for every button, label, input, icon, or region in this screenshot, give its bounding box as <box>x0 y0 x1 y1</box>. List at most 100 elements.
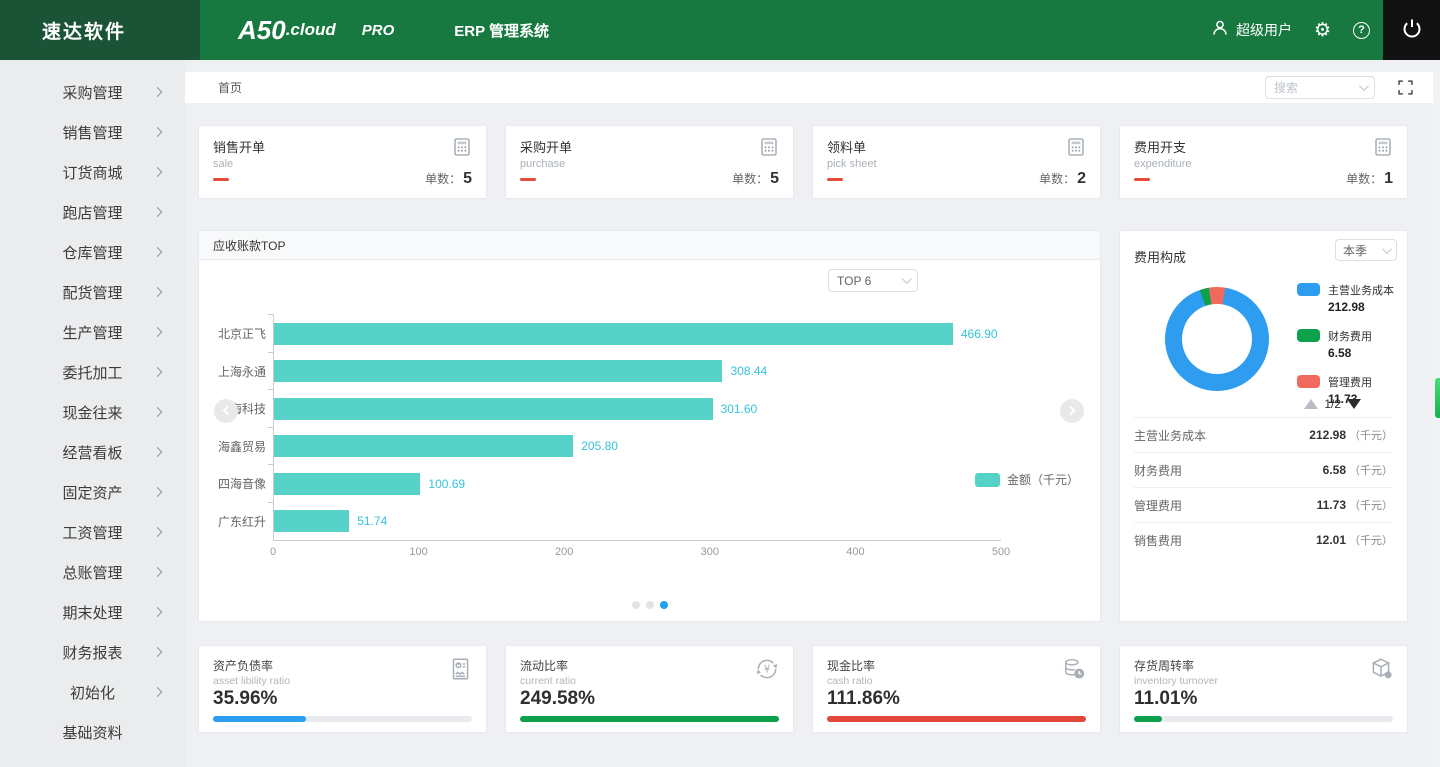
sidebar-item-production[interactable]: 生产管理 <box>0 312 185 352</box>
panel-title: 费用构成 <box>1134 250 1187 265</box>
carousel-dot-1[interactable] <box>631 601 640 609</box>
ratio-card-cash-ratio[interactable]: 现金比率 cash ratio 111.86% <box>812 645 1101 733</box>
page-down-icon[interactable] <box>1347 399 1361 409</box>
gear-icon[interactable]: ⚙ <box>1314 21 1331 40</box>
refresh-yen-icon: ¥ <box>754 656 780 687</box>
bar-category-label: 四海音像 <box>217 477 266 492</box>
user-icon <box>1211 19 1229 42</box>
scrollbar-track[interactable] <box>1433 72 1440 767</box>
chevron-right-icon <box>152 327 163 337</box>
chevron-down-icon <box>1358 81 1369 92</box>
sidebar-item-warehouse[interactable]: 仓库管理 <box>0 232 185 272</box>
stat-card-expenditure[interactable]: 费用开支 expenditure 单数： 1 <box>1119 125 1408 199</box>
bar[interactable] <box>274 397 713 420</box>
stat-card-purchase[interactable]: 采购开单 purchase 单数： 5 <box>505 125 794 199</box>
user-menu[interactable]: 超级用户 <box>1211 19 1292 42</box>
expense-row[interactable]: 主营业务成本 212.98 （千元） <box>1134 417 1393 452</box>
trend-dash <box>827 177 843 181</box>
chevron-right-icon <box>152 247 163 257</box>
expense-row[interactable]: 管理费用 11.73 （千元） <box>1134 487 1393 522</box>
x-axis-tick: 200 <box>555 546 574 558</box>
bar-value-label: 466.90 <box>960 326 998 341</box>
legend-swatch <box>974 472 1000 487</box>
ratio-card-row: 资产负债率 asset libility ratio 35.96% 流动比率 c… <box>198 645 1408 733</box>
search-select[interactable]: 搜索 <box>1265 76 1375 99</box>
sidebar-item-dashboard[interactable]: 经营看板 <box>0 432 185 472</box>
carousel-next-button[interactable] <box>1060 399 1084 423</box>
chevron-down-icon <box>1381 243 1392 254</box>
ratio-card-inventory-turnover[interactable]: 存货周转率 inventory turnover 11.01% <box>1119 645 1408 733</box>
expense-row[interactable]: 财务费用 6.58 （千元） <box>1134 452 1393 487</box>
legend-item[interactable]: 财务费用 6.58 <box>1297 327 1394 360</box>
legend-swatch <box>1297 375 1320 388</box>
ratio-card-current-ratio[interactable]: 流动比率 current ratio ¥ 249.58% <box>505 645 794 733</box>
chevron-right-icon <box>152 207 163 217</box>
stat-card-row: 销售开单 sale 单数： 5 采购开单 purchase 单数： 5 领料单 pi… <box>198 125 1408 199</box>
progress-bar <box>213 716 307 722</box>
chevron-right-icon <box>152 87 163 97</box>
bar-row: 上海永通 308.44 <box>218 351 1001 391</box>
bar-category-label: 上海永通 <box>217 364 266 379</box>
order-count: 1 <box>1384 170 1393 187</box>
chevron-right-icon <box>152 487 163 497</box>
side-floating-widget[interactable] <box>1435 378 1440 418</box>
chevron-right-icon <box>152 127 163 137</box>
help-icon[interactable] <box>1353 21 1370 39</box>
bar[interactable] <box>274 435 574 458</box>
expense-row[interactable]: 销售费用 12.01 （千元） <box>1134 522 1393 557</box>
receivables-chart-panel: 应收账款TOP TOP 6 北京正飞 466.90 上海永通 308.44 洪海科技 30… <box>198 230 1101 622</box>
bar-category-label: 广东红升 <box>217 514 266 529</box>
stat-card-sale[interactable]: 销售开单 sale 单数： 5 <box>198 125 487 199</box>
legend-item[interactable]: 主营业务成本 212.98 <box>1297 281 1394 314</box>
bar[interactable] <box>274 360 723 383</box>
sidebar-item-order-mall[interactable]: 订货商城 <box>0 152 185 192</box>
sidebar-item-period-end[interactable]: 期末处理 <box>0 592 185 632</box>
expense-list: 主营业务成本 212.98 （千元） 财务费用 6.58 （千元） 管理费用 11.… <box>1120 417 1407 557</box>
fullscreen-icon <box>1398 80 1413 99</box>
carousel-dot-3[interactable] <box>659 601 668 609</box>
chevron-right-icon <box>152 167 163 177</box>
sidebar-item-initialization[interactable]: 初始化 <box>0 672 185 712</box>
carousel-prev-button[interactable] <box>214 399 238 423</box>
sidebar-item-outsourcing[interactable]: 委托加工 <box>0 352 185 392</box>
product-badge: PRO <box>361 21 395 39</box>
order-count: 5 <box>463 170 472 187</box>
sidebar-item-distribution[interactable]: 配货管理 <box>0 272 185 312</box>
x-axis-tick: 400 <box>846 546 865 558</box>
chevron-right-icon <box>152 407 163 417</box>
carousel-dot-2[interactable] <box>645 601 654 609</box>
donut-chart[interactable] <box>1165 287 1269 391</box>
bar[interactable] <box>274 510 350 533</box>
sidebar-item-base-data[interactable]: 基础资料 <box>0 712 185 752</box>
chart-legend[interactable]: 金额（千元） <box>974 471 1079 488</box>
ratio-value: 11.01% <box>1134 688 1198 709</box>
ratio-value: 35.96% <box>213 688 278 709</box>
power-icon <box>1401 17 1423 44</box>
logout-button[interactable] <box>1383 0 1440 60</box>
bar-row: 北京正飞 466.90 <box>218 314 1001 353</box>
fullscreen-button[interactable] <box>1398 80 1413 100</box>
sidebar-item-fixed-assets[interactable]: 固定资产 <box>0 472 185 512</box>
chevron-right-icon <box>152 647 163 657</box>
chevron-right-icon <box>152 367 163 377</box>
sidebar-item-cash[interactable]: 现金往来 <box>0 392 185 432</box>
ratio-value: 111.86% <box>827 688 900 709</box>
sidebar-item-store-visit[interactable]: 跑店管理 <box>0 192 185 232</box>
page-up-icon[interactable] <box>1304 399 1319 409</box>
sidebar-item-ledger[interactable]: 总账管理 <box>0 552 185 592</box>
tab-home[interactable]: 首页 <box>218 72 242 103</box>
sidebar-item-sales[interactable]: 销售管理 <box>0 112 185 152</box>
sidebar-item-finance-reports[interactable]: 财务报表 <box>0 632 185 672</box>
legend-swatch <box>1297 283 1320 296</box>
page-indicator: 1/2 <box>1324 397 1341 411</box>
chevron-right-icon <box>152 607 163 617</box>
period-select[interactable]: 本季 <box>1335 239 1397 261</box>
top-n-select[interactable]: TOP 6 <box>828 269 918 292</box>
bar[interactable] <box>274 472 421 495</box>
sidebar-item-payroll[interactable]: 工资管理 <box>0 512 185 552</box>
ratio-card-asset-liability[interactable]: 资产负债率 asset libility ratio 35.96% <box>198 645 487 733</box>
stat-card-pick-sheet[interactable]: 领料单 pick sheet 单数： 2 <box>812 125 1101 199</box>
bar[interactable] <box>274 322 953 345</box>
brand-name: 速达软件 <box>42 21 127 43</box>
sidebar-item-purchase[interactable]: 采购管理 <box>0 72 185 112</box>
